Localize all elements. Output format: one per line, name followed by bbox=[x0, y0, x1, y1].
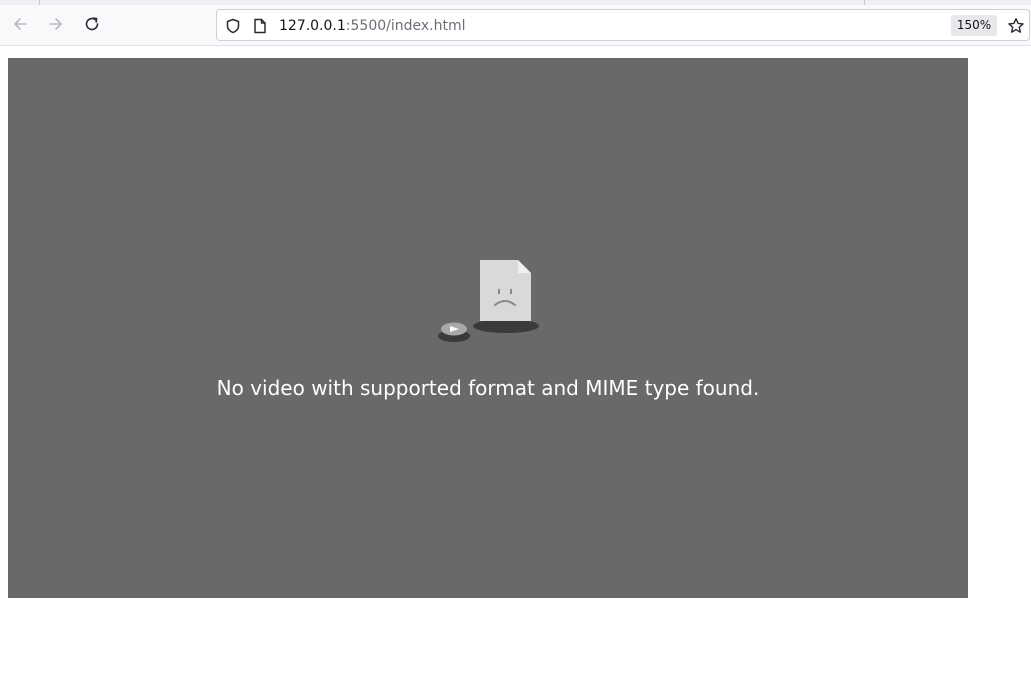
shield-icon[interactable] bbox=[224, 17, 242, 35]
video-player[interactable]: No video with supported format and MIME … bbox=[8, 58, 968, 598]
arrow-right-icon bbox=[49, 18, 62, 30]
zoom-level-badge[interactable]: 150% bbox=[951, 15, 997, 36]
browser-toolbar: 127.0.0.1:5500/index.html 150% bbox=[0, 0, 1031, 46]
page-icon[interactable] bbox=[251, 17, 269, 35]
tab-divider bbox=[39, 0, 40, 5]
tab-strip bbox=[0, 0, 1031, 5]
bookmark-button[interactable] bbox=[1005, 15, 1027, 37]
reload-icon bbox=[85, 17, 99, 31]
star-icon bbox=[1008, 18, 1024, 33]
url-path: :5500/index.html bbox=[345, 18, 466, 34]
tab-divider bbox=[864, 0, 865, 5]
url-text[interactable]: 127.0.0.1:5500/index.html bbox=[279, 16, 466, 36]
forward-button[interactable] bbox=[44, 12, 68, 36]
back-button[interactable] bbox=[8, 12, 32, 36]
error-message: No video with supported format and MIME … bbox=[216, 376, 760, 400]
sad-file-icon bbox=[438, 260, 539, 342]
reload-button[interactable] bbox=[80, 12, 104, 36]
url-host: 127.0.0.1 bbox=[279, 18, 346, 34]
address-bar[interactable]: 127.0.0.1:5500/index.html 150% bbox=[216, 9, 1030, 41]
arrow-left-icon bbox=[14, 18, 27, 30]
